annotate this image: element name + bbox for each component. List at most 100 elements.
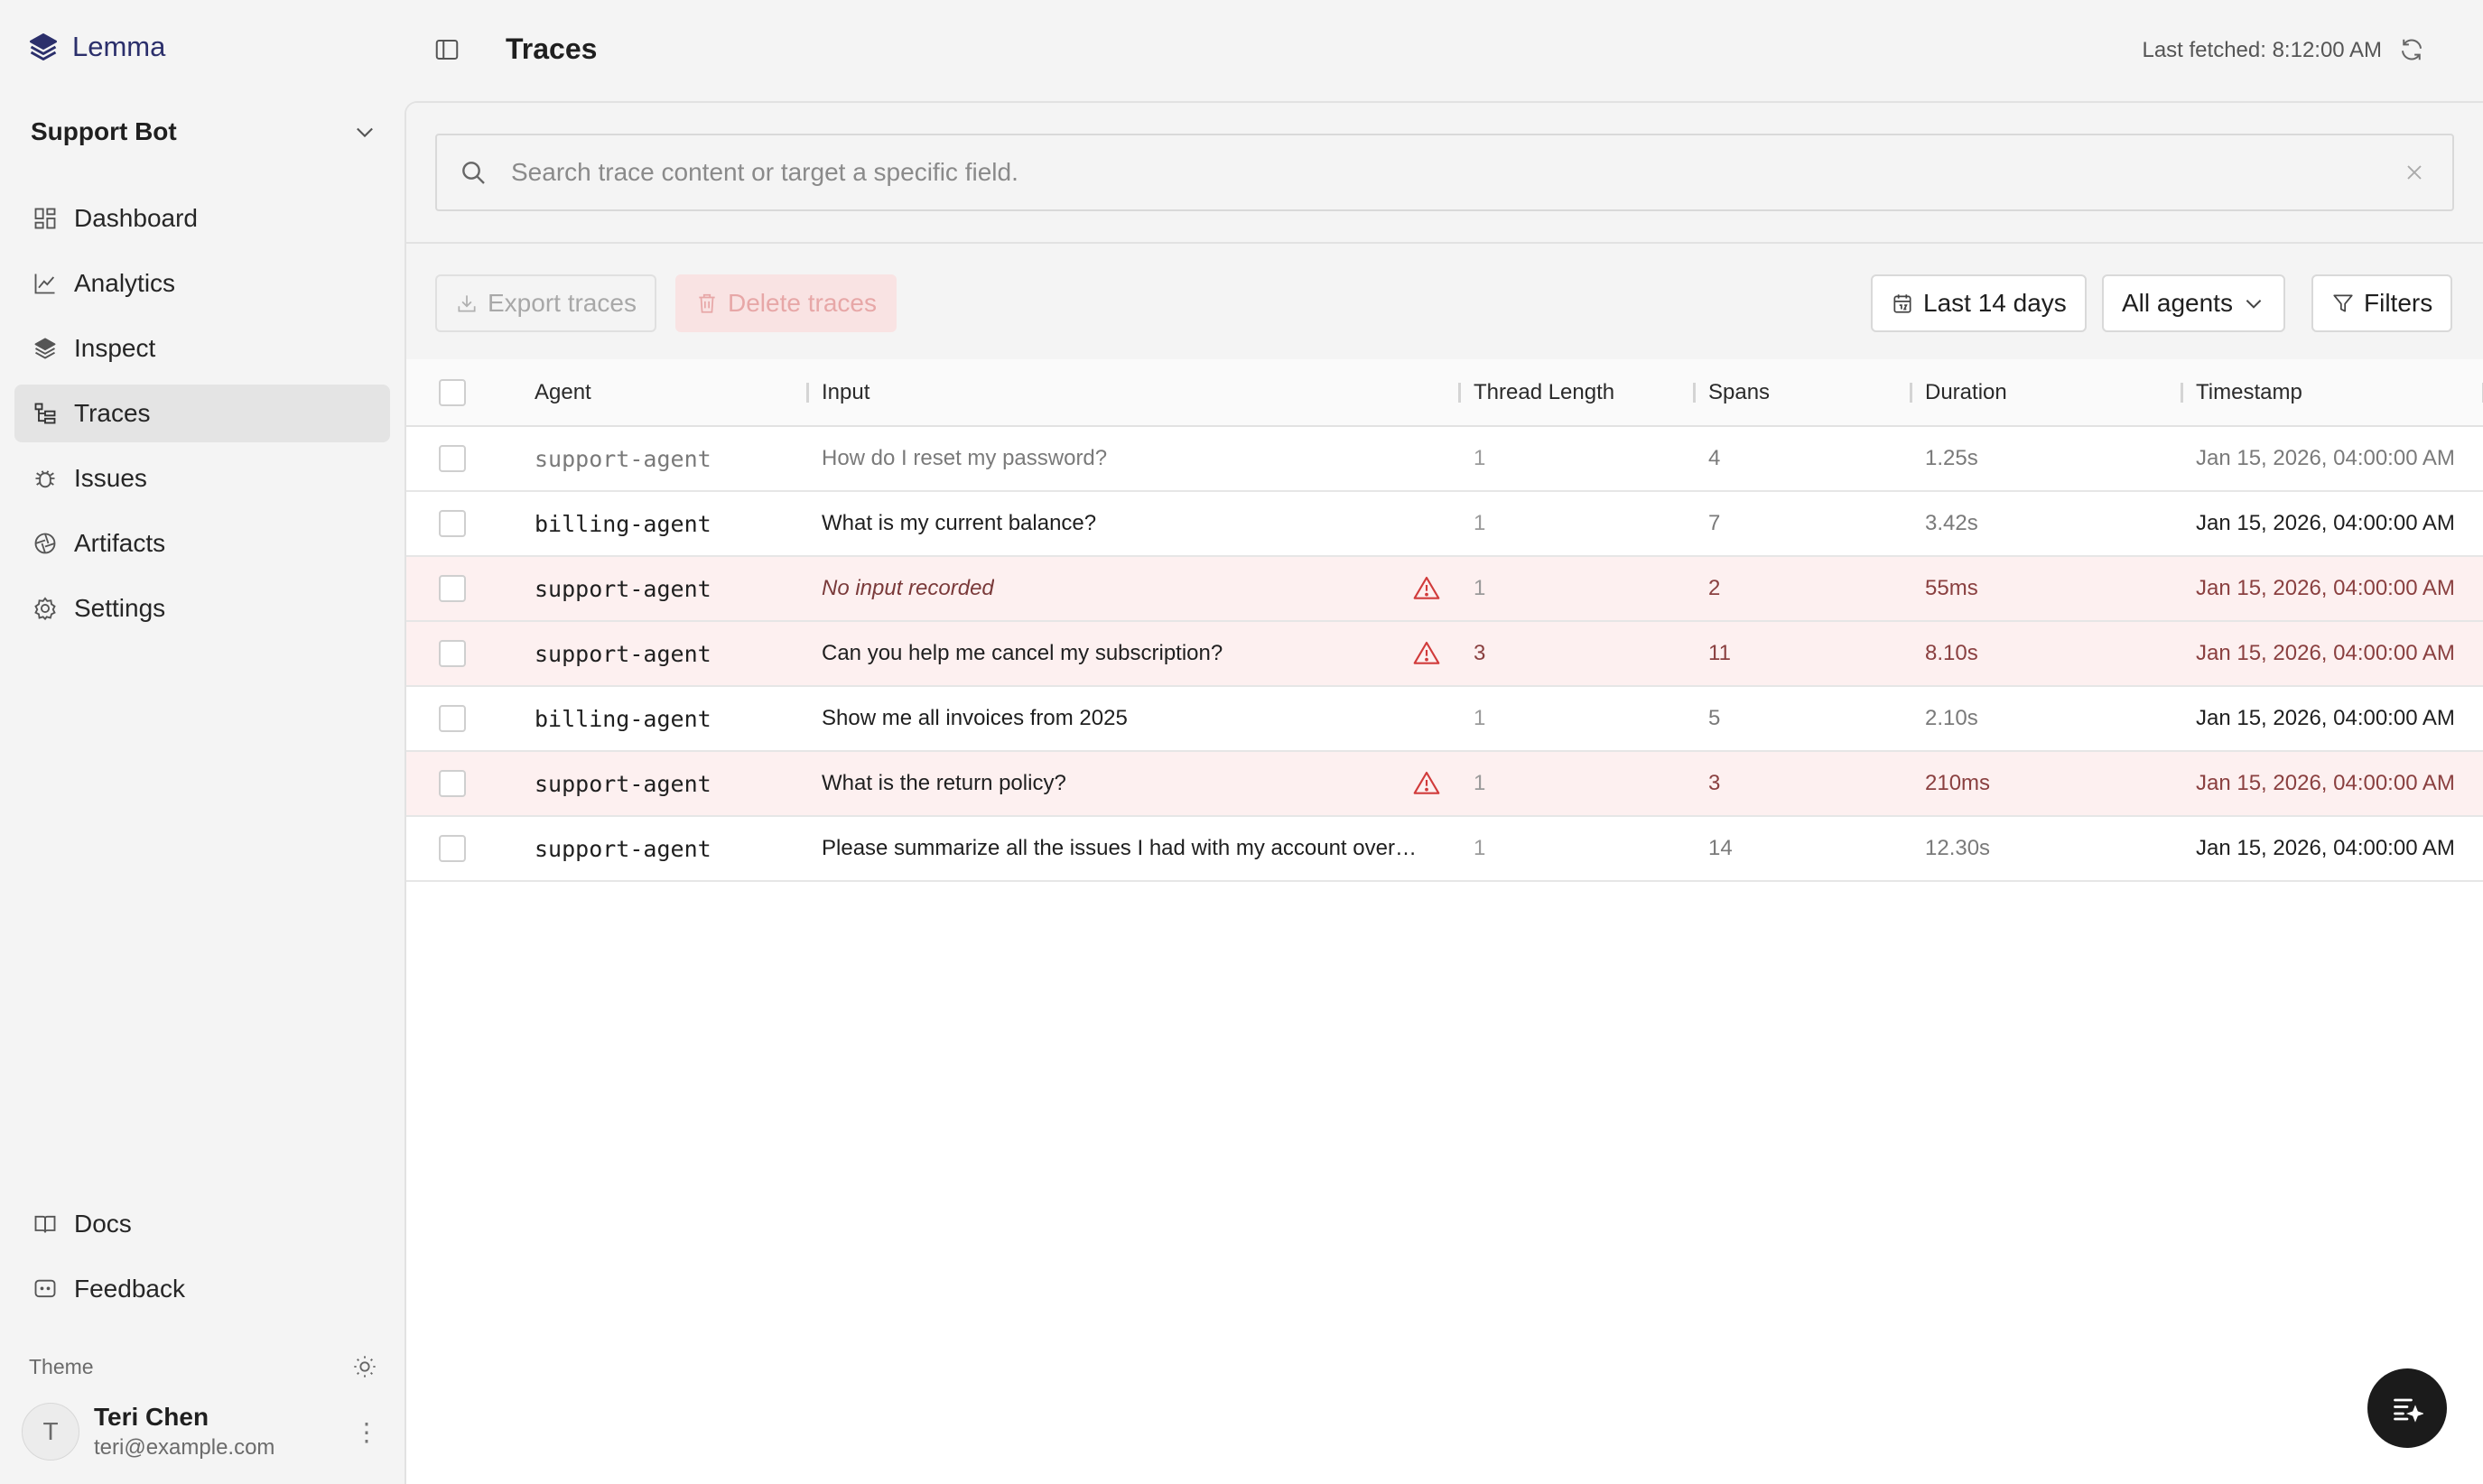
agent-cell: billing-agent [535, 510, 711, 537]
row-checkbox-cell [406, 426, 522, 491]
row-checkbox-cell [406, 556, 522, 621]
chart-line-icon [34, 274, 55, 294]
search-box[interactable] [435, 134, 2454, 211]
sidebar-item-traces[interactable]: Traces [14, 385, 390, 442]
column-header-input[interactable]: Input [809, 359, 1461, 426]
more-vertical-icon[interactable]: ⋮ [354, 1417, 379, 1447]
column-header-agent[interactable]: Agent [522, 359, 809, 426]
timestamp-cell: Jan 15, 2026, 04:00:00 AM [2196, 771, 2455, 795]
agents-dropdown[interactable]: All agents [2102, 274, 2285, 332]
row-checkbox[interactable] [439, 770, 466, 797]
row-checkbox[interactable] [439, 510, 466, 537]
user-profile[interactable]: T Teri Chen teri@example.com ⋮ [22, 1403, 379, 1461]
avatar: T [22, 1403, 79, 1461]
row-checkbox-cell [406, 491, 522, 556]
user-info: Teri Chen teri@example.com [94, 1403, 274, 1461]
theme-label: Theme [29, 1354, 94, 1378]
sidebar-item-label: Feedback [74, 1275, 185, 1303]
search-icon [462, 162, 485, 184]
row-checkbox[interactable] [439, 445, 466, 472]
sidebar: Lemma Support Bot Dashboard Analytics In… [0, 0, 405, 1484]
row-checkbox[interactable] [439, 835, 466, 862]
refresh-icon[interactable] [2398, 36, 2425, 63]
aperture-icon [34, 533, 56, 554]
table-row[interactable]: billing-agent What is my current balance… [406, 491, 2483, 556]
input-cell: Can you help me cancel my subscription? [809, 621, 1461, 686]
spans-cell: 7 [1708, 511, 1721, 535]
main-panel: Export traces Delete traces Last 14 days… [405, 101, 2483, 1484]
chevron-down-icon [357, 127, 373, 138]
sidebar-item-docs[interactable]: Docs [14, 1195, 390, 1253]
layers-logo-icon [30, 33, 57, 60]
delete-traces-button[interactable]: Delete traces [675, 274, 897, 332]
filters-label: Filters [2364, 289, 2433, 317]
toolbar: Export traces Delete traces Last 14 days… [406, 244, 2483, 359]
row-checkbox-cell [406, 751, 522, 816]
search-input[interactable] [511, 158, 2402, 187]
export-traces-button[interactable]: Export traces [435, 274, 656, 332]
table-row[interactable]: billing-agent Show me all invoices from … [406, 686, 2483, 751]
select-all-checkbox[interactable] [439, 378, 466, 406]
timestamp-cell: Jan 15, 2026, 04:00:00 AM [2196, 576, 2455, 600]
row-checkbox[interactable] [439, 575, 466, 602]
topbar: Traces Last fetched: 8:12:00 AM [405, 0, 2483, 101]
bug-icon [35, 470, 55, 488]
close-icon[interactable] [2402, 160, 2427, 185]
filters-button[interactable]: Filters [2311, 274, 2453, 332]
trash-icon [699, 293, 715, 313]
agents-label: All agents [2122, 289, 2233, 317]
brand-logo[interactable]: Lemma [27, 31, 165, 63]
sidebar-item-artifacts[interactable]: Artifacts [14, 515, 390, 572]
input-cell: Show me all invoices from 2025 [809, 686, 1461, 751]
row-checkbox[interactable] [439, 705, 466, 732]
user-email: teri@example.com [94, 1435, 275, 1460]
table-row[interactable]: support-agent Can you help me cancel my … [406, 621, 2483, 686]
row-checkbox[interactable] [439, 640, 466, 667]
sidebar-nav: Dashboard Analytics Inspect Traces Issue… [14, 190, 390, 645]
date-range-label: Last 14 days [1923, 289, 2067, 317]
table-row[interactable]: support-agent No input recorded 1 2 55ms… [406, 556, 2483, 621]
sun-icon[interactable] [352, 1354, 377, 1379]
column-header-spans[interactable]: Spans [1696, 359, 1912, 426]
input-cell: How do I reset my password? [809, 426, 1461, 491]
warning-triangle-icon [1413, 576, 1440, 599]
input-text: What is my current balance? [822, 511, 1097, 535]
sidebar-item-dashboard[interactable]: Dashboard [14, 190, 390, 247]
thread-length-cell: 1 [1474, 576, 1486, 600]
duration-cell: 3.42s [1925, 511, 1978, 535]
book-icon [34, 1215, 56, 1233]
duration-cell: 1.25s [1925, 446, 1978, 470]
table-row[interactable]: support-agent What is the return policy?… [406, 751, 2483, 816]
sidebar-item-feedback[interactable]: Feedback [14, 1260, 390, 1318]
sidebar-item-inspect[interactable]: Inspect [14, 320, 390, 377]
column-header-thread-length[interactable]: Thread Length [1461, 359, 1696, 426]
sidebar-item-label: Traces [74, 399, 151, 427]
assistant-fab-button[interactable] [2367, 1368, 2447, 1448]
table-row[interactable]: support-agent Please summarize all the i… [406, 816, 2483, 881]
date-range-button[interactable]: Last 14 days [1871, 274, 2087, 332]
timestamp-cell: Jan 15, 2026, 04:00:00 AM [2196, 836, 2455, 860]
gear-icon [34, 597, 56, 621]
table-row[interactable]: support-agent How do I reset my password… [406, 426, 2483, 491]
sidebar-panel-icon[interactable] [433, 36, 460, 63]
thread-length-cell: 1 [1474, 446, 1486, 470]
spans-cell: 3 [1708, 771, 1721, 795]
agent-cell: billing-agent [535, 705, 711, 732]
input-cell: No input recorded [809, 556, 1461, 621]
sidebar-item-analytics[interactable]: Analytics [14, 255, 390, 312]
row-checkbox-cell [406, 686, 522, 751]
column-header-timestamp[interactable]: Timestamp [2183, 359, 2483, 426]
agent-cell: support-agent [535, 640, 711, 667]
sidebar-item-label: Analytics [74, 269, 176, 297]
column-label: Thread Length [1474, 379, 1615, 404]
download-icon [458, 295, 476, 312]
project-selector[interactable]: Support Bot [31, 117, 377, 146]
column-header-duration[interactable]: Duration [1912, 359, 2183, 426]
column-label: Duration [1925, 379, 2007, 404]
sidebar-item-settings[interactable]: Settings [14, 580, 390, 637]
filter-icon [2333, 294, 2353, 312]
column-label: Timestamp [2196, 379, 2302, 404]
sidebar-item-issues[interactable]: Issues [14, 450, 390, 507]
sidebar-item-label: Dashboard [74, 204, 198, 232]
message-icon [34, 1279, 56, 1298]
